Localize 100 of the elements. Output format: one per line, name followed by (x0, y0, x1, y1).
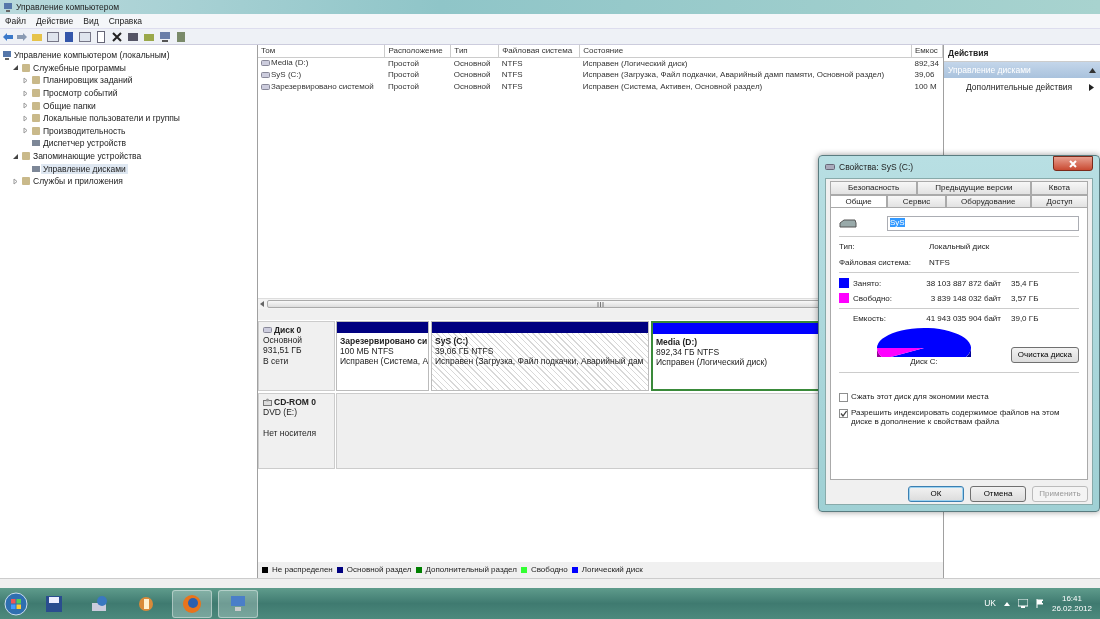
disk-name: Диск 0 (274, 325, 302, 336)
disk-info: Нет носителя (263, 428, 318, 439)
field-label: Файловая система: (839, 257, 913, 268)
disk-info: DVD (E:) (263, 407, 298, 418)
menu-item[interactable]: Действие (35, 15, 74, 27)
dialog-button[interactable]: Отмена (970, 486, 1026, 502)
partition[interactable]: SyS (C:) 39,06 ГБ NTFS Исправен (Загрузка, Файл подкачки, Аварийный дам (431, 321, 649, 391)
table-cell: Исправен (Загрузка, Файл подкачки, Аварийный дамп памяти, Основной раздел) (582, 70, 885, 80)
field-value: NTFS (929, 257, 951, 268)
menu-item[interactable]: Справка (108, 15, 143, 27)
tool-icon (31, 138, 41, 149)
field-label: Тип: (839, 242, 856, 252)
table-cell: SyS (C:) (271, 69, 302, 80)
tree-item[interactable]: Просмотр событий (41, 88, 120, 99)
partition-title: SyS (C:) (435, 336, 469, 347)
capacity-bytes: 41 943 035 904 байт (925, 314, 1002, 324)
tool-icon (31, 75, 41, 86)
computer-icon[interactable] (159, 30, 171, 43)
collapsed-arrow-icon[interactable] (12, 177, 19, 185)
tool-icon (31, 88, 41, 99)
expanded-arrow-icon[interactable] (12, 152, 19, 160)
partition[interactable]: Зарезервировано си 100 МБ NTFS Исправен (Система, А (336, 321, 429, 391)
tool-icon (21, 176, 31, 187)
tool-icon (31, 113, 41, 124)
legend-label: Свободно (530, 565, 568, 575)
tree-item[interactable]: Локальные пользователи и группы (41, 113, 182, 124)
network-icon[interactable] (1017, 599, 1028, 608)
flag-icon[interactable] (1035, 599, 1044, 608)
collapsed-arrow-icon[interactable] (22, 77, 29, 84)
collapsed-arrow-icon[interactable] (22, 127, 29, 135)
disk-info: Основной (263, 335, 303, 346)
column-header[interactable]: Состояние (579, 45, 912, 58)
browser-icon (181, 592, 203, 615)
table-cell: Основной (453, 58, 491, 68)
tray-arrow-icon[interactable] (1003, 601, 1010, 606)
dialog-button[interactable]: ОК (908, 486, 964, 502)
close-button[interactable] (1053, 156, 1093, 171)
tab[interactable]: Безопасность (830, 181, 918, 195)
dialog-title: Свойства: SyS (C:) (839, 161, 914, 173)
partition-status: Исправен (Система, А (340, 356, 428, 367)
clock-date: 26.02.2012 (1051, 603, 1092, 614)
computer-icon (2, 50, 12, 61)
partition-title: Media (D:) (656, 337, 698, 348)
tree-item[interactable]: Управление дисками (41, 163, 128, 174)
table-cell: Простой (387, 58, 420, 68)
forward-arrow-icon[interactable] (17, 32, 27, 41)
collapsed-arrow-icon[interactable] (22, 89, 29, 97)
menu-item[interactable]: Файл (5, 15, 26, 27)
legend-label: Дополнительный раздел (425, 565, 517, 575)
checkbox[interactable] (839, 392, 848, 402)
tree-item[interactable]: Общие папки (41, 100, 98, 111)
close-icon[interactable] (111, 30, 123, 43)
document-icon[interactable] (95, 30, 107, 43)
start-button[interactable] (4, 591, 28, 616)
usage-bytes: 3 839 148 032 байт (929, 293, 1002, 304)
scroll-left-icon[interactable] (260, 301, 265, 307)
legend-label: Не распределен (272, 565, 333, 575)
table-cell: Простой (387, 70, 420, 80)
tree-item[interactable]: Служебные программы (31, 62, 128, 73)
tree-item[interactable]: Управление компьютером (локальным) (12, 50, 172, 61)
column-header[interactable]: Расположение (384, 45, 451, 58)
action-item[interactable]: Дополнительные действия (944, 78, 1100, 97)
computer-icon (3, 2, 13, 12)
window-icon[interactable] (47, 30, 59, 43)
window-icon[interactable] (79, 30, 91, 43)
partition-status: Исправен (Логический диск) (656, 357, 768, 368)
checkbox[interactable] (839, 408, 848, 418)
action-label: Дополнительные действия (966, 82, 1073, 93)
collapsed-arrow-icon[interactable] (22, 102, 29, 110)
clock-time: 16:41 (1060, 593, 1083, 604)
tree-item[interactable]: Запоминающие устройства (31, 150, 144, 162)
tree-item[interactable]: Планировщик заданий (41, 75, 135, 86)
column-header[interactable]: Емкос (911, 45, 943, 58)
table-cell: 39,06 (914, 70, 935, 80)
language-indicator[interactable]: UK (984, 598, 996, 609)
table-cell: NTFS (501, 82, 523, 92)
tab[interactable]: Квота (1030, 181, 1088, 195)
tool-icon (21, 62, 31, 73)
taskbar-button[interactable] (172, 589, 212, 618)
close-icon (1069, 159, 1077, 168)
column-header[interactable]: Тип (450, 45, 499, 58)
usage-size: 3,57 ГБ (1011, 293, 1040, 304)
column-header[interactable]: Файловая система (498, 45, 580, 58)
cd-drive-icon (263, 398, 272, 407)
tree-item[interactable]: Службы и приложения (31, 176, 125, 187)
menu-item[interactable]: Вид (83, 15, 99, 27)
back-arrow-icon[interactable] (3, 32, 13, 41)
column-header[interactable]: Том (258, 45, 385, 58)
cleanup-button[interactable]: Очистка диска (1010, 346, 1079, 363)
expanded-arrow-icon[interactable] (12, 64, 19, 72)
drive-icon (825, 164, 835, 170)
tab[interactable]: Предыдущие версии (917, 181, 1031, 195)
table-cell: Основной (453, 82, 491, 92)
table-cell: 892,34 (914, 58, 939, 68)
collapsed-arrow-icon[interactable] (22, 114, 29, 122)
table-cell: Зарезервировано системой (271, 81, 374, 92)
table-cell: 100 М (914, 82, 937, 92)
tree-item[interactable]: Производительность (41, 125, 128, 136)
tree-item[interactable]: Диспетчер устройств (41, 138, 129, 149)
usage-size: 35,4 ГБ (1011, 278, 1040, 289)
